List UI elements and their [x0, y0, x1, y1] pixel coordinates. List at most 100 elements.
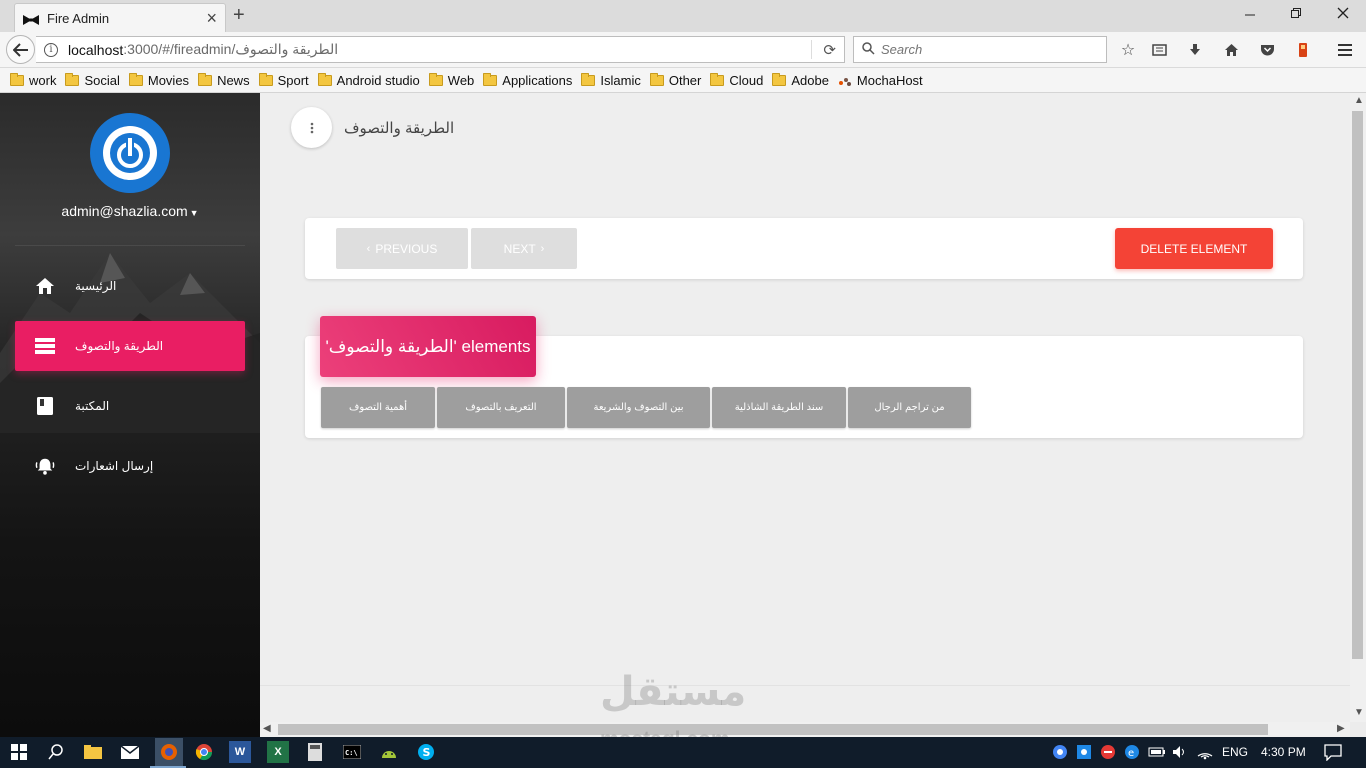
windows-start-icon[interactable] [8, 741, 30, 763]
sidebar-item-notifications[interactable]: إرسال اشعارات [15, 441, 245, 491]
bookmark-label: Applications [502, 72, 573, 88]
scroll-left-icon[interactable]: ◀ [263, 723, 271, 734]
extension-icon[interactable] [1294, 41, 1312, 59]
previous-button[interactable]: ‹ PREVIOUS [336, 228, 468, 269]
url-bar[interactable]: i localhost:3000/#/fireadmin/الطريقة وال… [36, 36, 845, 63]
bookmark-folder[interactable]: Islamic [581, 72, 641, 88]
calculator-icon[interactable] [304, 741, 326, 763]
page-title: الطريقة والتصوف [344, 120, 455, 137]
bookmark-folder[interactable]: Sport [258, 72, 309, 88]
excel-icon[interactable]: X [267, 741, 289, 763]
search-input[interactable] [881, 42, 1081, 57]
word-icon[interactable]: W [229, 741, 251, 763]
search-taskbar-icon[interactable] [45, 741, 67, 763]
horizontal-scrollbar[interactable]: ◀ ▶ [260, 722, 1350, 737]
element-chip[interactable]: أهمية التصوف [321, 387, 435, 428]
menu-icon[interactable] [1336, 41, 1354, 59]
firefox-icon[interactable] [155, 738, 183, 766]
folder-icon [710, 72, 725, 86]
horizontal-scroll-thumb[interactable] [278, 724, 1268, 735]
mail-icon[interactable] [119, 741, 141, 763]
user-menu[interactable]: admin@shazlia.com ▼ [0, 203, 260, 219]
bookmark-folder[interactable]: Cloud [710, 72, 763, 88]
list-icon [35, 336, 55, 356]
network-tray-icon[interactable] [1076, 744, 1092, 763]
info-icon[interactable]: i [44, 42, 58, 57]
next-label: NEXT [503, 241, 536, 256]
bookmark-label: Android studio [336, 72, 420, 88]
bookmark-folder[interactable]: Web [428, 72, 474, 88]
element-chip[interactable]: سند الطريقة الشاذلية [712, 387, 846, 428]
back-icon[interactable] [6, 35, 35, 64]
search-icon [862, 41, 875, 58]
action-center-icon[interactable] [1324, 743, 1342, 764]
wifi-tray-icon[interactable] [1196, 744, 1214, 763]
pocket-icon[interactable] [1258, 41, 1276, 59]
element-chip[interactable]: بين التصوف والشريعة [567, 387, 710, 428]
bookmark-label: Other [668, 72, 702, 88]
scroll-up-icon[interactable]: ▲ [1354, 95, 1364, 106]
minimize-icon[interactable] [1244, 6, 1256, 22]
file-explorer-icon[interactable] [82, 741, 104, 763]
scroll-right-icon[interactable]: ▶ [1337, 723, 1345, 734]
clock[interactable]: 4:30 PM [1261, 745, 1306, 759]
reading-list-icon[interactable] [1150, 41, 1168, 59]
main-content: الطريقة والتصوف ‹ PREVIOUS NEXT › DELETE… [260, 93, 1350, 722]
vertical-scrollbar[interactable]: ▲ ▼ [1350, 93, 1366, 722]
command-prompt-icon[interactable]: C:\ [341, 741, 363, 763]
element-chip[interactable]: التعريف بالتصوف [437, 387, 565, 428]
more-vert-icon[interactable] [291, 107, 332, 148]
bookmark-label: Adobe [791, 72, 829, 88]
bookmark-label: Sport [277, 72, 309, 88]
reload-icon[interactable]: ⟳ [823, 41, 836, 59]
vertical-scroll-thumb[interactable] [1352, 111, 1363, 659]
sidebar: admin@shazlia.com ▼ الرئيسية الطريقة والت… [0, 93, 260, 737]
folder-icon [258, 72, 273, 86]
tab-close-icon[interactable]: × [206, 9, 217, 27]
download-icon[interactable] [1186, 41, 1204, 59]
folder-icon [65, 72, 80, 86]
bookmark-folder[interactable]: Other [649, 72, 702, 88]
sidebar-item-label: الطريقة والتصوف [75, 339, 164, 353]
bookmark-folder[interactable]: Social [65, 72, 120, 88]
sidebar-item-tariqa[interactable]: الطريقة والتصوف [15, 321, 245, 371]
elements-list: أهمية التصوف التعريف بالتصوف بين التصوف … [321, 387, 971, 428]
sidebar-item-home[interactable]: الرئيسية [15, 261, 245, 311]
next-button[interactable]: NEXT › [471, 228, 577, 269]
volume-tray-icon[interactable] [1172, 744, 1188, 763]
bookmark-folder[interactable]: work [10, 72, 56, 88]
delete-element-button[interactable]: DELETE ELEMENT [1115, 228, 1273, 269]
bell-icon [35, 456, 55, 476]
close-window-icon[interactable] [1337, 6, 1349, 22]
chrome-icon[interactable] [193, 741, 215, 763]
bookmark-link[interactable]: MochaHost [838, 73, 923, 88]
bookmark-folder[interactable]: Applications [483, 72, 573, 88]
new-tab-icon[interactable]: + [233, 4, 245, 27]
app-logo[interactable] [90, 113, 170, 193]
browser-tab[interactable]: Fire Admin × [14, 3, 226, 32]
skype-icon[interactable]: S [415, 741, 437, 763]
antivirus-tray-icon[interactable] [1100, 744, 1116, 763]
footer-divider [260, 685, 1350, 686]
home-browser-icon[interactable] [1222, 41, 1240, 59]
restore-icon[interactable] [1290, 6, 1302, 22]
bookmark-folder[interactable]: Movies [128, 72, 189, 88]
bookmark-label: Social [84, 72, 120, 88]
bookmark-folder[interactable]: Android studio [317, 72, 420, 88]
bookmark-folder[interactable]: Adobe [772, 72, 829, 88]
security-tray-icon[interactable]: e [1124, 744, 1140, 763]
chrome-tray-icon[interactable] [1052, 744, 1068, 763]
android-studio-icon[interactable] [378, 741, 400, 763]
bookmark-star-icon[interactable]: ☆ [1119, 41, 1137, 59]
scroll-down-icon[interactable]: ▼ [1354, 707, 1364, 718]
language-indicator[interactable]: ENG [1222, 745, 1248, 759]
bookmark-folder[interactable]: News [198, 72, 250, 88]
element-chip[interactable]: من تراجم الرجال [848, 387, 971, 428]
browser-tabbar: Fire Admin × + [0, 0, 1366, 32]
sidebar-divider [15, 245, 245, 246]
search-bar[interactable] [853, 36, 1107, 63]
battery-tray-icon[interactable] [1148, 744, 1166, 763]
navigation-card: ‹ PREVIOUS NEXT › DELETE ELEMENT [305, 218, 1303, 279]
sidebar-item-library[interactable]: المكتبة [15, 381, 245, 431]
caret-down-icon: ▼ [189, 208, 199, 218]
